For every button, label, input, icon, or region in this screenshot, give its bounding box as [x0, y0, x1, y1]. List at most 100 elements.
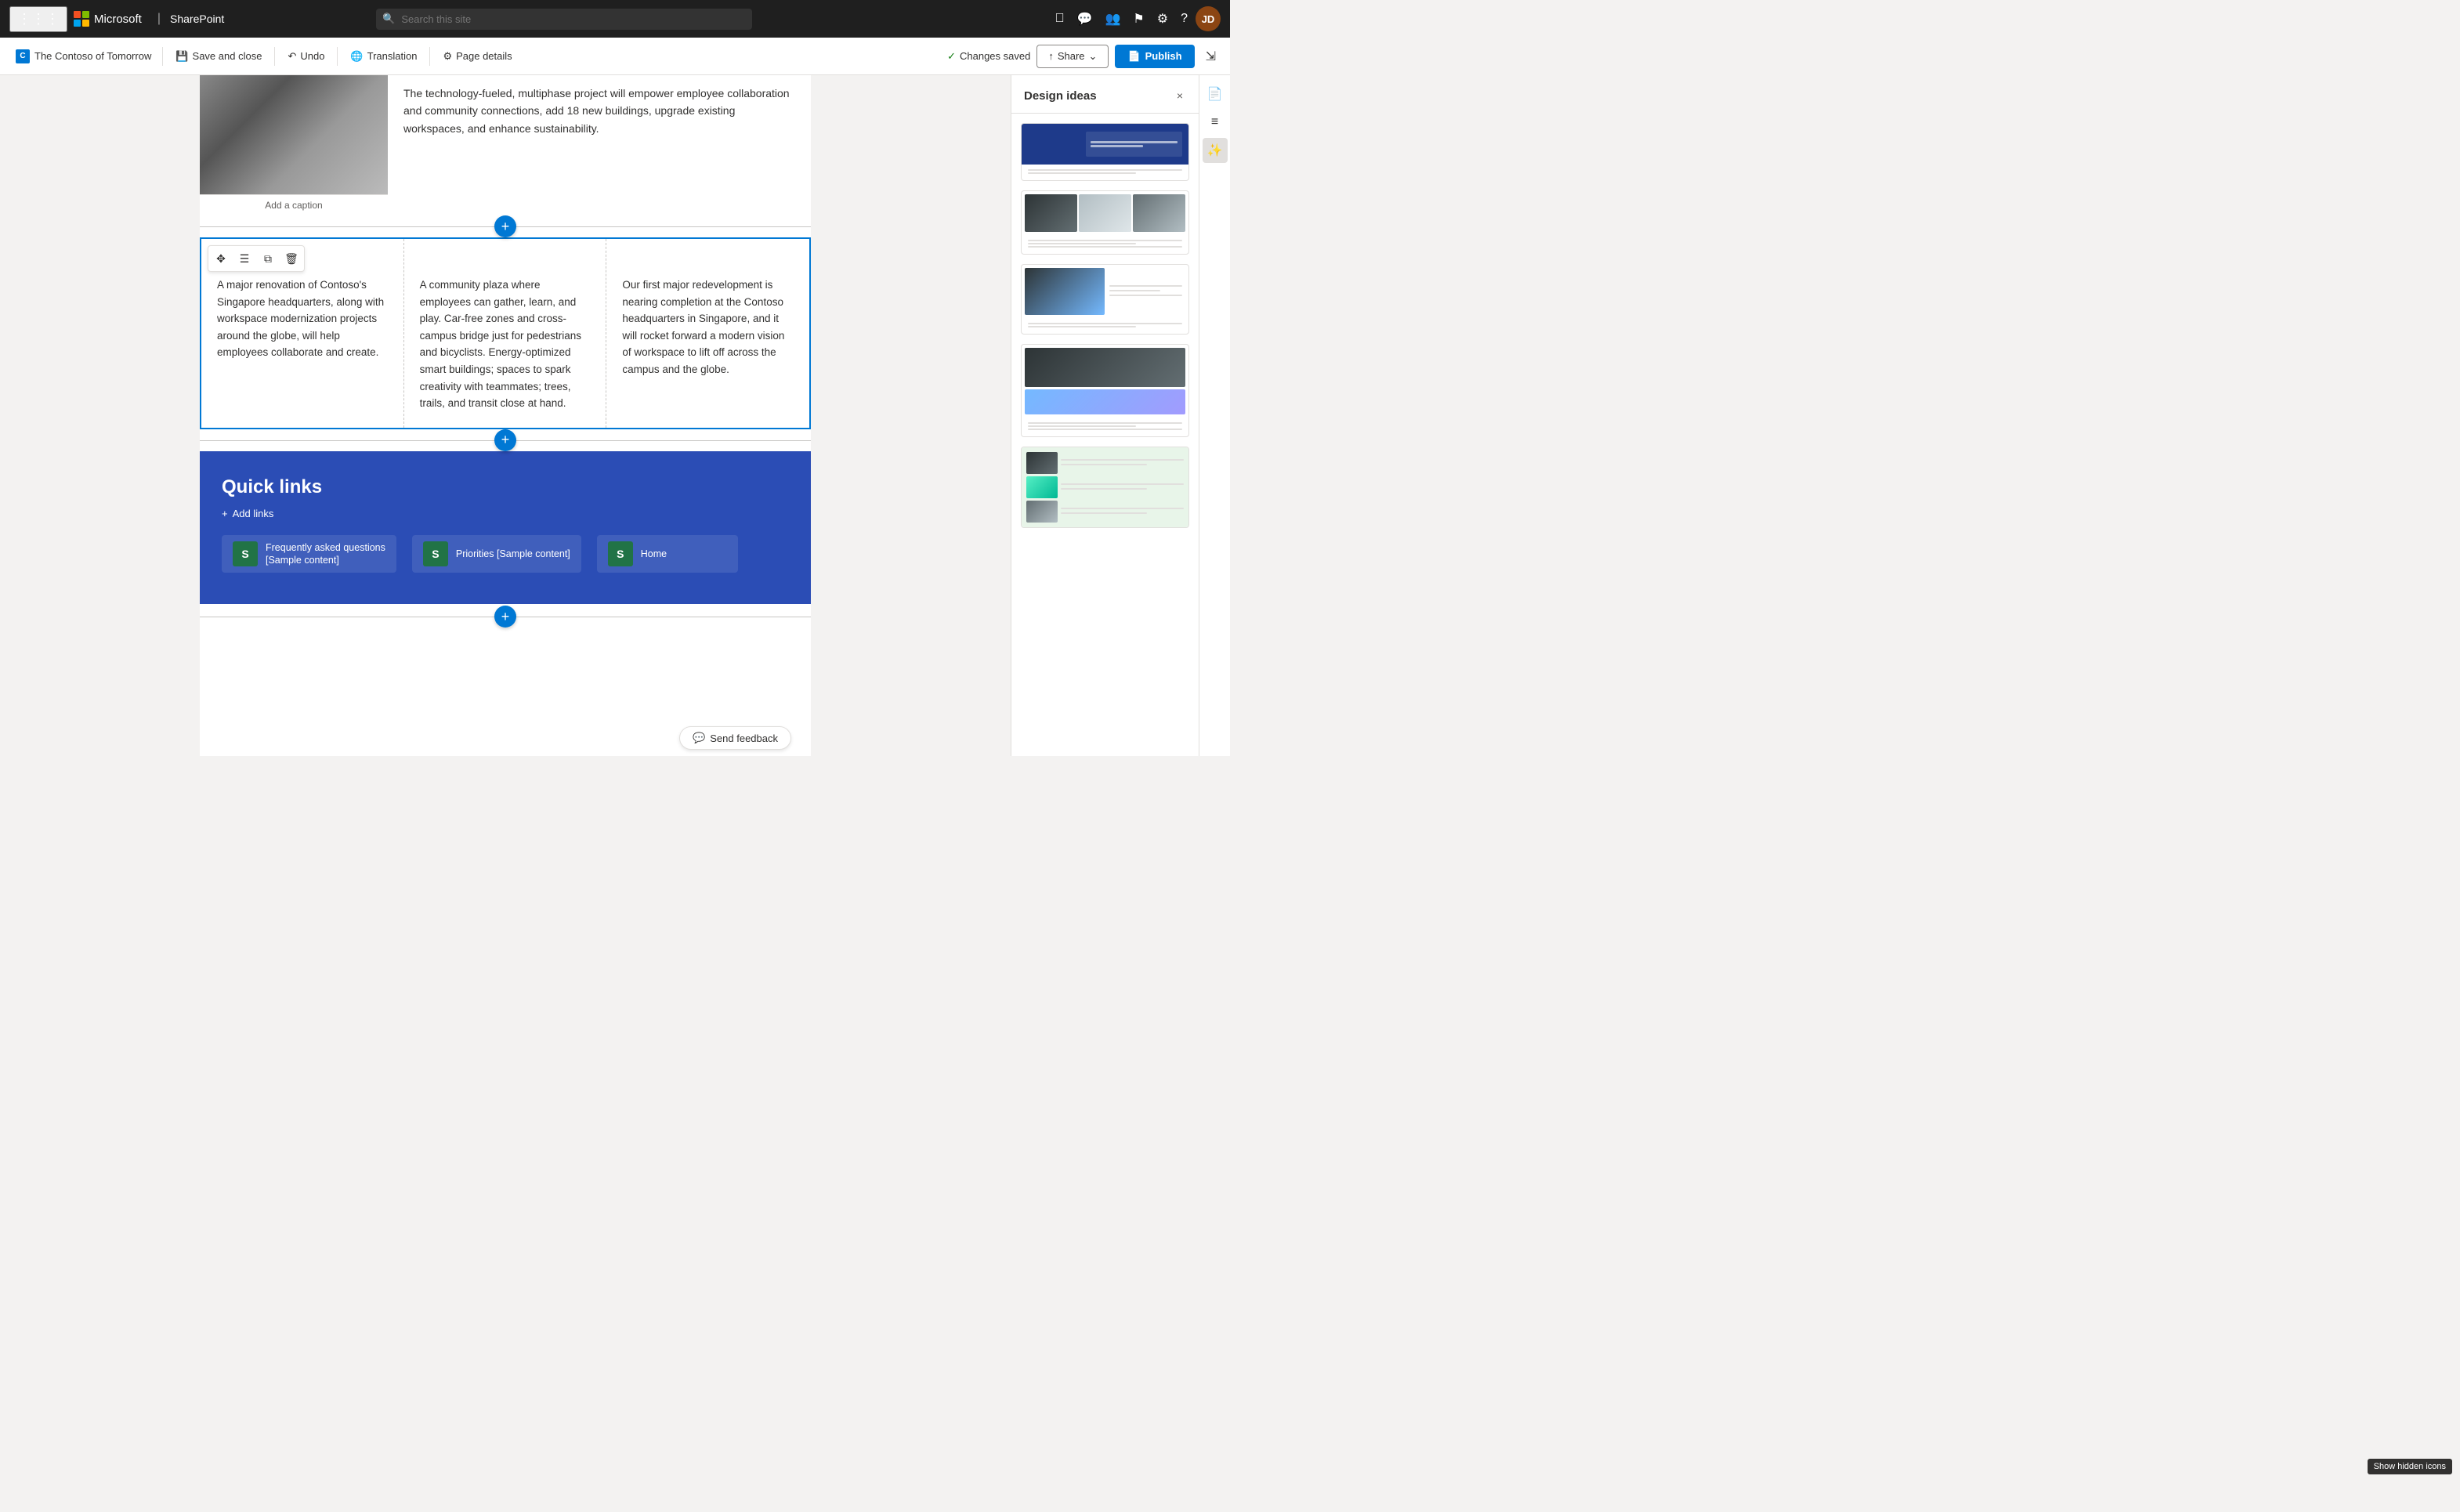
- save-close-label: Save and close: [193, 50, 262, 62]
- small-image: [1025, 389, 1185, 414]
- publish-label: Publish: [1145, 50, 1182, 62]
- publish-icon: 📄: [1127, 50, 1140, 63]
- design-card-2[interactable]: [1021, 190, 1189, 255]
- add-section-circle-icon[interactable]: +: [494, 215, 516, 237]
- share-label: Share: [1058, 50, 1085, 62]
- add-section-button-1[interactable]: +: [200, 215, 811, 237]
- close-design-panel-button[interactable]: ×: [1174, 86, 1186, 105]
- focus-mode-button[interactable]: ⇲: [1201, 44, 1221, 69]
- add-section-button-2[interactable]: +: [200, 429, 811, 451]
- design-card-1[interactable]: [1021, 123, 1189, 181]
- add-section-circle-icon-2[interactable]: +: [494, 429, 516, 451]
- waffle-menu-button[interactable]: ⋮⋮⋮: [9, 6, 67, 32]
- send-feedback-button[interactable]: 💬 Send feedback: [679, 726, 791, 750]
- dc-line-2: [1028, 172, 1136, 174]
- sl-1-2: [1061, 464, 1147, 465]
- stacked-lines-2: [1061, 476, 1184, 498]
- mini-line-2: [1091, 145, 1143, 147]
- split-image: [1025, 268, 1105, 315]
- design-card-1-text: [1022, 165, 1188, 180]
- checkmark-icon: ✓: [947, 50, 956, 63]
- feedback-icon-btn: 💬: [693, 732, 705, 744]
- add-section-circle-icon-3[interactable]: +: [494, 606, 516, 628]
- link-item-3[interactable]: S Home: [597, 535, 738, 573]
- save-icon: 💾: [175, 50, 188, 63]
- stacked-item-1: [1026, 452, 1184, 474]
- links-row: S Frequently asked questions[Sample cont…: [222, 535, 789, 573]
- design-card-5[interactable]: [1021, 447, 1189, 528]
- sl-1-1: [1061, 459, 1184, 461]
- image-placeholder: [200, 75, 388, 194]
- toolbar-divider-2: [274, 47, 275, 66]
- quick-links-section: Quick links + Add links S Frequently ask…: [200, 451, 811, 605]
- people-icon[interactable]: 👥: [1100, 6, 1125, 31]
- page-details-label: Page details: [456, 50, 512, 62]
- column-3: Our first major redevelopment is nearing…: [606, 239, 809, 428]
- link-item-1[interactable]: S Frequently asked questions[Sample cont…: [222, 535, 396, 573]
- share-button[interactable]: ↑ Share ⌄: [1036, 45, 1109, 68]
- link-text-3: Home: [641, 548, 667, 560]
- image-caption[interactable]: Add a caption: [200, 194, 388, 215]
- design-card-2-thumbs: [1022, 191, 1188, 235]
- design-card-1-image: [1022, 124, 1188, 165]
- edit-section-button[interactable]: ☰: [233, 248, 255, 269]
- search-input[interactable]: [376, 9, 752, 30]
- dc3-line-3: [1109, 295, 1183, 296]
- search-container: 🔍: [376, 9, 752, 30]
- help-community-icon[interactable]: : [1051, 7, 1069, 31]
- design-card-3[interactable]: [1021, 264, 1189, 335]
- undo-icon: ↶: [288, 50, 296, 63]
- link-icon-2: S: [423, 541, 448, 566]
- move-section-button[interactable]: ✥: [210, 248, 232, 269]
- undo-button[interactable]: ↶ Undo: [280, 45, 332, 67]
- flag-icon[interactable]: ⚑: [1128, 6, 1149, 31]
- share-chevron-icon: ⌄: [1089, 50, 1098, 63]
- design-panel-title: Design ideas: [1024, 89, 1097, 103]
- large-image: [1025, 348, 1185, 387]
- page-details-button[interactable]: ⚙ Page details: [435, 45, 519, 67]
- page-comment-button[interactable]: 📄: [1203, 81, 1228, 107]
- dc2-line-2: [1028, 243, 1136, 244]
- design-card-5-content: [1022, 447, 1188, 527]
- stacked-item-2: [1026, 476, 1184, 498]
- col2-text: A community plaza where employees can ga…: [420, 277, 591, 412]
- layout-adjust-button[interactable]: ≡: [1203, 110, 1228, 135]
- site-icon: C: [16, 49, 30, 63]
- delete-section-button[interactable]: 🗑: [280, 248, 302, 269]
- link-text-2: Priorities [Sample content]: [456, 548, 570, 560]
- toolbar-divider-1: [162, 47, 163, 66]
- translation-button[interactable]: 🌐 Translation: [342, 45, 425, 67]
- dc3-line-2: [1109, 290, 1160, 291]
- changes-saved-label: Changes saved: [960, 50, 1030, 62]
- dc2-line-3: [1028, 246, 1182, 248]
- stacked-img-3: [1026, 501, 1058, 523]
- share-icon: ↑: [1048, 50, 1054, 62]
- site-name-breadcrumb[interactable]: C The Contoso of Tomorrow: [9, 45, 157, 68]
- design-ideas-toggle-button[interactable]: ✨: [1203, 138, 1228, 163]
- sl-3-1: [1061, 508, 1184, 509]
- design-card-4-text: [1022, 418, 1188, 436]
- publish-button[interactable]: 📄 Publish: [1115, 45, 1194, 68]
- add-links-label: Add links: [233, 508, 274, 519]
- design-panel-header: Design ideas ×: [1011, 75, 1199, 114]
- add-section-button-3[interactable]: +: [200, 606, 811, 628]
- dc2-line-1: [1028, 240, 1182, 241]
- feedback-icon[interactable]: 💬: [1073, 6, 1098, 31]
- toolbar-divider-4: [429, 47, 430, 66]
- sl-3-2: [1061, 512, 1147, 514]
- stacked-item-3: [1026, 501, 1184, 523]
- stacked-img-1: [1026, 452, 1058, 474]
- save-close-button[interactable]: 💾 Save and close: [168, 45, 270, 67]
- question-icon[interactable]: ?: [1176, 7, 1192, 31]
- design-panel-content[interactable]: [1011, 114, 1199, 756]
- add-links-plus-icon: +: [222, 508, 228, 519]
- avatar[interactable]: JD: [1196, 6, 1221, 31]
- content-area[interactable]: Add a caption The technology-fueled, mul…: [0, 75, 1011, 756]
- toolbar-divider-3: [337, 47, 338, 66]
- link-item-2[interactable]: S Priorities [Sample content]: [412, 535, 581, 573]
- microsoft-logo[interactable]: Microsoft: [74, 11, 142, 27]
- settings-icon[interactable]: ⚙: [1152, 6, 1173, 31]
- design-card-4[interactable]: [1021, 344, 1189, 437]
- add-links-button[interactable]: + Add links: [222, 508, 789, 519]
- duplicate-section-button[interactable]: ⧉: [257, 248, 279, 269]
